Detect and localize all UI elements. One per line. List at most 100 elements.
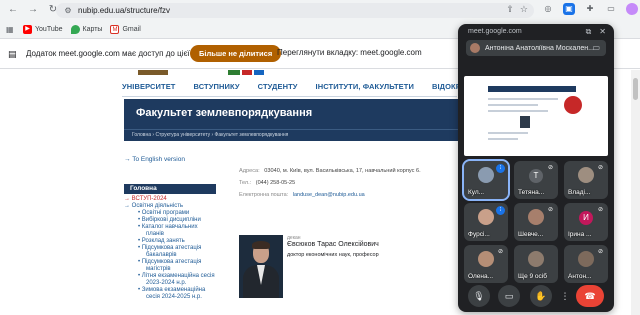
- pip-host: meet.google.com: [468, 28, 522, 35]
- bookmark-maps[interactable]: Карты: [70, 24, 102, 34]
- participant-avatar: [578, 167, 594, 183]
- page-title: Факультет землевпорядкування: [136, 107, 313, 119]
- sidebar-item-summer-session[interactable]: • Літня екзаменаційна сесія: [124, 273, 224, 280]
- address-bar[interactable]: ⚙ nubip.edu.ua/structure/fzv ⇪ ☆: [56, 3, 534, 18]
- participant-name: Владі...: [568, 189, 591, 196]
- sidebar-item-master-attestation[interactable]: • Підсумкова атестація: [124, 259, 224, 266]
- email-link[interactable]: landuse_dean@nubip.edu.ua: [293, 192, 365, 198]
- phone-label: Тел.:: [239, 180, 252, 186]
- microphone-icon[interactable]: 🎙: [468, 285, 490, 307]
- address-row: Адреса: 03040, м. Київ, вул. Васильківсь…: [239, 165, 459, 177]
- star-icon[interactable]: ☆: [520, 4, 528, 15]
- sidebar-item-catalog-cont[interactable]: планів: [124, 231, 224, 238]
- gmail-icon: M: [110, 24, 120, 34]
- phone-value: (044) 258-05-25: [255, 180, 296, 186]
- close-icon[interactable]: ✕: [599, 27, 606, 37]
- page-scrollbar[interactable]: [631, 70, 640, 315]
- contact-block: Адреса: 03040, м. Київ, вул. Васильківсь…: [239, 165, 459, 201]
- sidebar-item-admission[interactable]: → ВСТУП-2024: [124, 196, 224, 203]
- sidebar-item-winter-session-cont[interactable]: сесія 2024-2025 н.р.: [124, 294, 224, 301]
- sidebar-nav: → ВСТУП-2024 → Освітня діяльність • Осві…: [124, 196, 224, 301]
- pip-titlebar: meet.google.com ⧉ ✕: [458, 24, 614, 40]
- english-version-link[interactable]: → To English version: [124, 156, 185, 163]
- media-icon[interactable]: ▭: [605, 3, 617, 15]
- sidebar-item-schedule[interactable]: • Розклад занять: [124, 238, 224, 245]
- mic-muted-icon: ⊘: [497, 249, 504, 255]
- extension-blue-icon[interactable]: ▣: [563, 3, 575, 15]
- end-call-icon[interactable]: ☎: [576, 285, 604, 307]
- group-avatars-icon: [528, 251, 544, 267]
- dean-title: доктор економічних наук, професор: [287, 252, 379, 258]
- participant-initial: И: [579, 211, 593, 225]
- meet-pip-window: meet.google.com ⧉ ✕ Антоніна Анатоліївна…: [458, 24, 614, 312]
- share-icon[interactable]: ⇪: [506, 4, 514, 15]
- participant-avatar: [478, 167, 494, 183]
- participant-name: Ірина ...: [568, 231, 592, 238]
- participant-avatar: [528, 209, 544, 225]
- participant-tile[interactable]: ⁝ Кул...: [462, 159, 510, 201]
- presenter-bar: Антоніна Анатоліївна Москален... ▭: [466, 40, 606, 56]
- menu-item-students[interactable]: СТУДЕНТУ: [258, 82, 298, 91]
- breadcrumb: Головна › Структура університету › Факул…: [124, 129, 459, 141]
- stop-sharing-button[interactable]: Більше не ділитися: [190, 45, 282, 62]
- speaking-icon: ⁝: [496, 206, 505, 215]
- participant-tile[interactable]: И ⊘ Ірина ...: [564, 203, 608, 241]
- menu-item-applicants[interactable]: ВСТУПНИКУ: [193, 82, 239, 91]
- sidebar-heading[interactable]: Головна: [124, 184, 216, 194]
- menu-item-institutes[interactable]: ІНСТИТУТИ, ФАКУЛЬТЕТИ: [316, 82, 414, 91]
- mic-muted-icon: ⊘: [597, 165, 604, 171]
- present-icon: ▭: [592, 43, 600, 52]
- mic-muted-icon: ⊘: [597, 207, 604, 213]
- participant-tile[interactable]: ⊘ Владі...: [564, 161, 608, 199]
- phone-row: Тел.: (044) 258-05-25: [239, 177, 459, 189]
- menu-divider: [122, 96, 457, 97]
- main-menu: УНІВЕРСИТЕТ ВСТУПНИКУ СТУДЕНТУ ІНСТИТУТИ…: [122, 82, 506, 91]
- participant-tile[interactable]: ⁝ Фурсі...: [464, 203, 508, 241]
- mic-muted-icon: ⊘: [547, 165, 554, 171]
- address-label: Адреса:: [239, 168, 260, 174]
- youtube-icon: ▶: [23, 24, 32, 34]
- sidebar-item-electives[interactable]: • Вибіркові дисципліни: [124, 217, 224, 224]
- puzzle-icon[interactable]: ✚: [584, 3, 596, 15]
- sidebar-item-catalog[interactable]: • Каталог навчальних: [124, 224, 224, 231]
- sidebar-item-master-attestation-cont[interactable]: магістрів: [124, 266, 224, 273]
- bookmark-gmail[interactable]: M Gmail: [110, 24, 141, 34]
- sidebar-item-bachelor-attestation[interactable]: • Підсумкова атестація: [124, 245, 224, 252]
- participant-name: Тетяна...: [518, 189, 545, 196]
- call-controls: 🎙 ▭ ✋ ⋮ ☎: [458, 278, 614, 312]
- back-icon[interactable]: ←: [6, 3, 20, 17]
- participant-avatar: [478, 209, 494, 225]
- site-info-icon[interactable]: ⚙: [62, 5, 74, 17]
- breadcrumb-text[interactable]: Головна › Структура університету › Факул…: [132, 132, 288, 138]
- email-row: Електронна пошта: landuse_dean@nubip.edu…: [239, 189, 459, 201]
- raise-hand-icon[interactable]: ✋: [530, 285, 552, 307]
- participant-tile[interactable]: ⊘ Шевче...: [514, 203, 558, 241]
- speaking-icon: ⁝: [496, 164, 505, 173]
- bookmark-youtube[interactable]: ▶ YouTube: [23, 24, 63, 34]
- back-to-tab-icon[interactable]: ⧉: [586, 27, 592, 37]
- presenter-avatar: [470, 43, 480, 53]
- more-options-icon[interactable]: ⋮: [560, 285, 570, 307]
- dean-name: Євсюков Тарас Олексійович: [287, 241, 379, 248]
- sidebar-item-programs[interactable]: • Освітні програми: [124, 210, 224, 217]
- sidebar-item-bachelor-attestation-cont[interactable]: бакалаврів: [124, 252, 224, 259]
- participant-tile[interactable]: Т ⊘ Тетяна...: [514, 161, 558, 199]
- menu-item-university[interactable]: УНІВЕРСИТЕТ: [122, 82, 175, 91]
- switch-to-tab-link[interactable]: Переглянути вкладку: meet.google.com: [277, 48, 422, 57]
- sidebar-item-winter-session[interactable]: • Зимова екзаменаційна: [124, 287, 224, 294]
- browser-toolbar: ← → ↻ ⚙ nubip.edu.ua/structure/fzv ⇪ ☆ ◎…: [0, 0, 640, 20]
- forward-icon[interactable]: →: [26, 3, 40, 17]
- url-text[interactable]: nubip.edu.ua/structure/fzv: [78, 6, 170, 15]
- participant-name: Фурсі...: [468, 231, 490, 238]
- apps-grid-icon[interactable]: ▦: [6, 25, 15, 34]
- page-banner: Факультет землевпорядкування: [124, 99, 459, 129]
- dean-photo: [239, 235, 283, 298]
- mic-muted-icon: ⊘: [547, 207, 554, 213]
- sidebar-item-education[interactable]: → Освітня діяльність: [124, 203, 224, 210]
- camera-icon[interactable]: ▭: [498, 285, 520, 307]
- extension-icon[interactable]: ◎: [542, 3, 554, 15]
- email-label: Електронна пошта:: [239, 192, 289, 198]
- sidebar-item-summer-session-cont[interactable]: 2023-2024 н.р.: [124, 280, 224, 287]
- presenter-name: Антоніна Анатоліївна Москален...: [485, 44, 594, 52]
- profile-avatar-icon[interactable]: [626, 3, 638, 15]
